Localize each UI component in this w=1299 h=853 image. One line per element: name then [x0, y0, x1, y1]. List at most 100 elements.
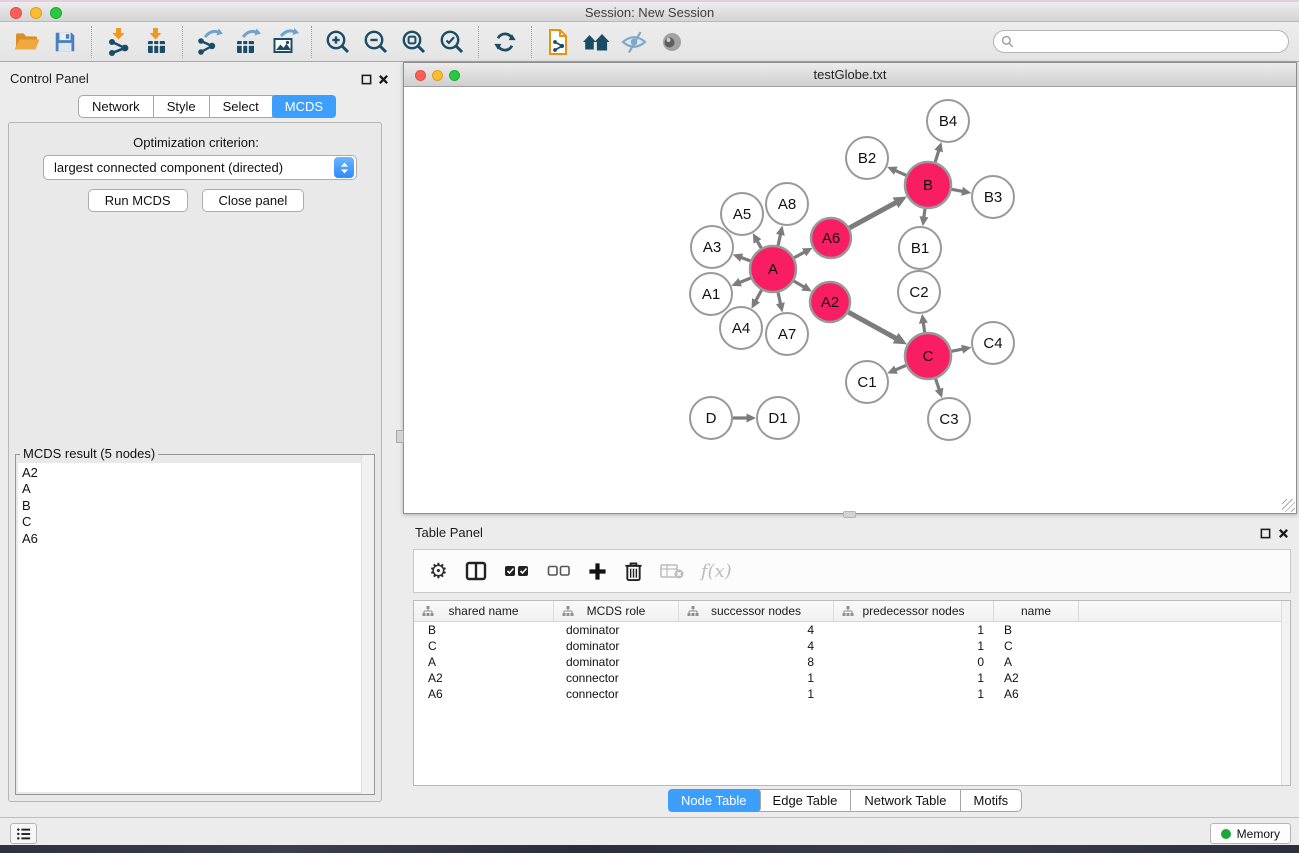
zoom-fit-button[interactable]	[395, 24, 433, 60]
open-session-button[interactable]	[8, 24, 46, 60]
control-panel-float-button[interactable]	[360, 73, 372, 85]
table-options-button[interactable]: ⚙	[429, 561, 448, 582]
table-row[interactable]: Adominator80A	[414, 654, 1290, 670]
edge-A-A5[interactable]	[757, 241, 761, 249]
table-row[interactable]: Cdominator41C	[414, 638, 1290, 654]
network-window-titlebar[interactable]: testGlobe.txt	[404, 63, 1296, 87]
column-header-MCDS-role[interactable]: MCDS role	[554, 601, 679, 621]
mcds-result-item[interactable]: A	[22, 481, 372, 497]
mcds-result-item[interactable]: A6	[22, 531, 372, 547]
show-columns-button[interactable]	[465, 560, 487, 582]
network-canvas[interactable]: ABCA6A2A1A3A4A5A7A8B1B2B3B4C1C2C3C4DD1	[404, 87, 1296, 513]
table-scrollbar[interactable]	[1281, 601, 1290, 785]
column-header-predecessor-nodes[interactable]: predecessor nodes	[834, 601, 994, 621]
splitter-handle[interactable]	[396, 430, 404, 443]
window-resize-grip[interactable]	[1282, 499, 1295, 512]
result-scrollbar[interactable]	[361, 455, 374, 794]
splitter-handle[interactable]	[843, 511, 856, 518]
edge-A-A7[interactable]	[778, 292, 781, 304]
hierarchy-icon	[842, 606, 854, 617]
node-label-D1: D1	[768, 410, 787, 427]
mcds-result-item[interactable]: C	[22, 514, 372, 530]
dropdown-stepper-icon	[334, 157, 354, 178]
mcds-result-item[interactable]: B	[22, 498, 372, 514]
column-header-successor-nodes[interactable]: successor nodes	[679, 601, 834, 621]
tab-network-table[interactable]: Network Table	[851, 790, 960, 811]
criterion-select[interactable]: largest connected component (directed)	[43, 155, 357, 180]
edge-A-A3[interactable]	[741, 257, 751, 261]
tab-motifs[interactable]: Motifs	[961, 790, 1022, 811]
task-history-button[interactable]	[10, 823, 37, 844]
node-label-B2: B2	[858, 150, 876, 167]
function-builder-button[interactable]: f(x)	[701, 561, 732, 582]
column-header-shared-name[interactable]: shared name	[414, 601, 554, 621]
edge-C-C4[interactable]	[952, 349, 964, 351]
zoom-selected-button[interactable]	[433, 24, 471, 60]
table-panel-title: Table Panel	[415, 525, 483, 540]
edge-B-B2[interactable]	[895, 170, 906, 175]
import-table-button[interactable]	[137, 24, 175, 60]
tab-edge-table[interactable]: Edge Table	[760, 790, 852, 811]
memory-button[interactable]: Memory	[1210, 823, 1291, 844]
table-row[interactable]: Bdominator41B	[414, 622, 1290, 638]
search-input[interactable]	[1018, 33, 1288, 51]
zoom-out-button[interactable]	[357, 24, 395, 60]
close-panel-button[interactable]: Close panel	[202, 189, 305, 212]
show-graphics-details-button[interactable]	[653, 24, 691, 60]
table-panel-float-button[interactable]	[1259, 527, 1271, 539]
status-bar: Memory	[0, 817, 1299, 845]
add-column-button[interactable]	[588, 562, 607, 581]
zoom-in-button[interactable]	[319, 24, 357, 60]
tab-mcds[interactable]: MCDS	[272, 95, 336, 118]
save-session-button[interactable]	[46, 24, 84, 60]
mcds-result-item[interactable]: A2	[22, 465, 372, 481]
export-network-button[interactable]	[190, 24, 228, 60]
import-network-button[interactable]	[99, 24, 137, 60]
edge-B-B1[interactable]	[924, 209, 925, 218]
tab-style[interactable]: Style	[154, 96, 210, 117]
edge-B-B3[interactable]	[952, 189, 963, 191]
clear-all-checkboxes-button[interactable]	[547, 565, 571, 577]
refresh-button[interactable]	[486, 24, 524, 60]
edge-A6-B[interactable]	[849, 202, 896, 228]
edge-A-A6[interactable]	[794, 252, 805, 258]
edge-A-A4[interactable]	[756, 290, 762, 301]
network-window-title: testGlobe.txt	[404, 67, 1296, 82]
edge-A-A8[interactable]	[778, 234, 781, 246]
tab-network[interactable]: Network	[79, 96, 154, 117]
control-panel-close-button[interactable]	[377, 73, 389, 85]
table-cell: B	[994, 623, 1079, 637]
hide-graphics-details-button[interactable]	[615, 24, 653, 60]
table-cell: A	[414, 655, 554, 669]
edge-C-C1[interactable]	[895, 365, 906, 370]
window-titlebar[interactable]: Session: New Session	[0, 0, 1299, 22]
edge-A-A2[interactable]	[794, 281, 805, 287]
network-window: testGlobe.txt ABCA6A2A1A3A4A5A7A8B1B2B3B…	[403, 62, 1297, 514]
column-header-name[interactable]: name	[994, 601, 1079, 621]
tab-node-table[interactable]: Node Table	[668, 789, 761, 812]
edge-A2-C[interactable]	[848, 312, 896, 338]
export-image-button[interactable]	[266, 24, 304, 60]
list-icon	[16, 827, 32, 841]
delete-columns-button[interactable]	[624, 561, 643, 582]
table-cell: 1	[679, 687, 834, 701]
network-from-file-button[interactable]	[539, 24, 577, 60]
home-button[interactable]	[577, 24, 615, 60]
edge-A-A1[interactable]	[739, 278, 750, 283]
edge-B-B4[interactable]	[935, 150, 939, 162]
edge-C-C3[interactable]	[936, 379, 940, 390]
arrowhead-D-D1	[747, 414, 757, 423]
tab-select[interactable]: Select	[210, 96, 273, 117]
delete-table-button[interactable]	[660, 563, 684, 579]
delete-table-icon	[660, 563, 684, 579]
table-panel-close-button[interactable]	[1277, 527, 1289, 539]
table-cell: B	[414, 623, 554, 637]
edge-C-C2[interactable]	[923, 322, 924, 332]
zoom-fit-icon	[400, 28, 428, 56]
select-all-checkboxes-button[interactable]	[504, 564, 530, 578]
table-row[interactable]: A2connector11A2	[414, 670, 1290, 686]
run-mcds-button[interactable]: Run MCDS	[88, 189, 188, 212]
mcds-result-title: MCDS result (5 nodes)	[20, 446, 158, 461]
table-row[interactable]: A6connector11A6	[414, 686, 1290, 702]
export-table-button[interactable]	[228, 24, 266, 60]
